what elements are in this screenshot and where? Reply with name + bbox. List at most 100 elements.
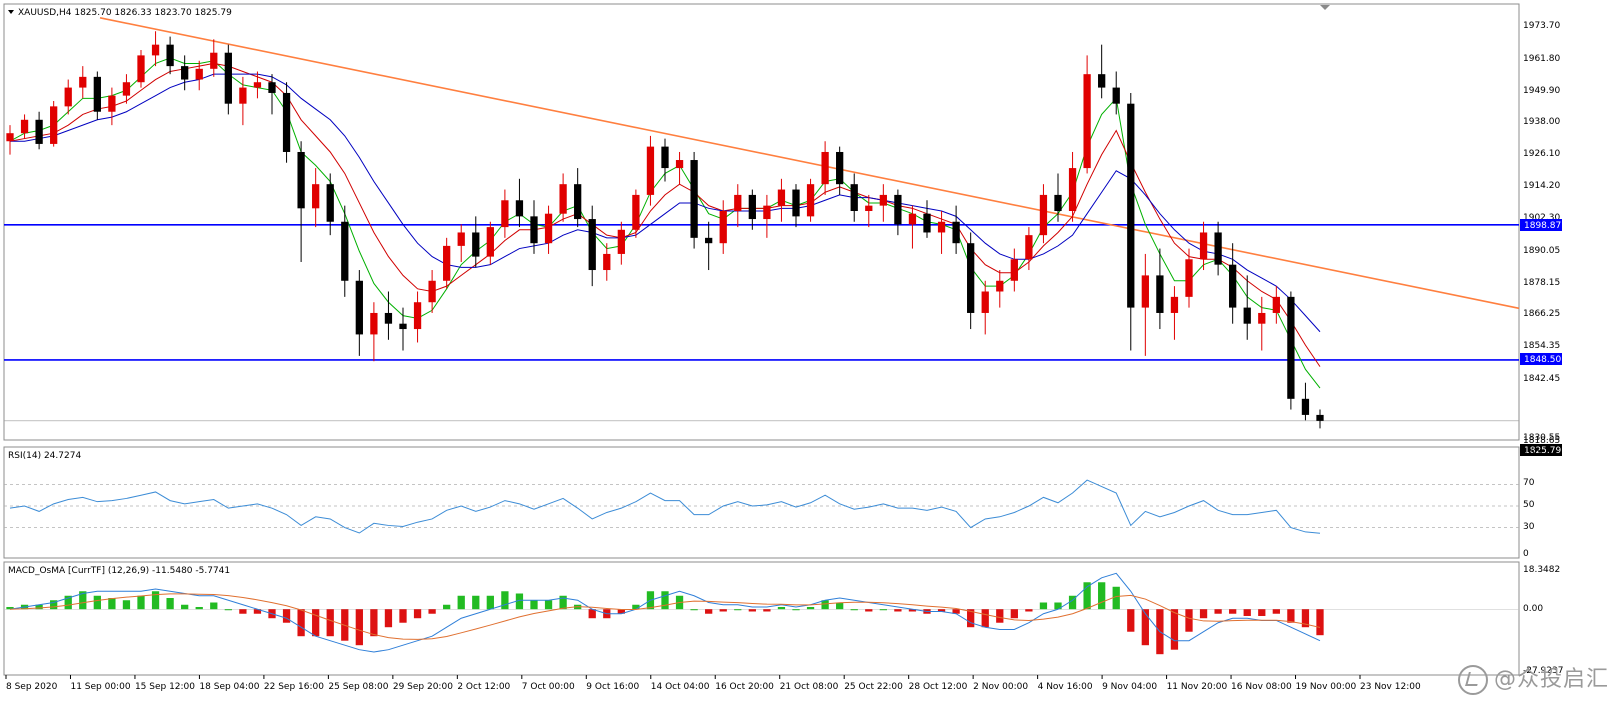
candle-body	[1039, 194, 1048, 236]
osma-bar	[181, 604, 189, 610]
candle-body	[6, 133, 14, 142]
osma-bar	[996, 609, 1004, 623]
candle-body	[923, 213, 931, 233]
x-tick-label: 8 Sep 2020	[6, 682, 58, 692]
osma-bar	[690, 609, 698, 611]
candle-body	[515, 200, 524, 217]
osma-bar	[1316, 609, 1324, 636]
candle-body	[1301, 398, 1310, 415]
candle-body	[1098, 74, 1106, 88]
osma-bar	[777, 606, 786, 610]
x-tick-label: 18 Sep 04:00	[199, 682, 259, 692]
candle-body	[166, 44, 174, 67]
candle-body	[908, 213, 917, 225]
osma-bar	[1039, 602, 1048, 610]
candle-body	[777, 189, 786, 206]
osma-bar	[486, 595, 494, 610]
candle-body	[865, 205, 873, 212]
candle-body	[1010, 259, 1018, 281]
osma-bar	[1141, 609, 1149, 646]
osma-bar	[472, 595, 480, 610]
candle-body	[544, 213, 553, 244]
candle-body	[1054, 194, 1062, 212]
osma-bar	[792, 609, 800, 611]
candle-body	[574, 184, 582, 220]
x-tick-label: 7 Oct 00:00	[522, 682, 575, 692]
osma-bar	[821, 600, 829, 610]
osma-bar	[1185, 609, 1193, 632]
osma-bar	[93, 595, 101, 610]
candle-body	[326, 184, 334, 222]
candle-body	[428, 280, 436, 303]
rsi-tick: 30	[1523, 522, 1535, 532]
candle-body	[894, 194, 902, 225]
osma-bar	[399, 609, 407, 623]
candle-body	[472, 232, 480, 257]
osma-bar	[501, 591, 509, 610]
candle-body	[617, 229, 625, 254]
osma-bar	[326, 609, 334, 637]
osma-bar	[588, 609, 596, 619]
x-tick-label: 14 Oct 04:00	[651, 682, 710, 692]
osma-bar	[137, 595, 145, 610]
x-tick-label: 11 Sep 00:00	[70, 682, 130, 692]
osma-bar	[312, 609, 320, 637]
candle-body	[661, 146, 669, 169]
osma-bar	[1287, 609, 1295, 623]
x-tick-label: 28 Oct 12:00	[909, 682, 968, 692]
candle-body	[792, 189, 800, 217]
x-tick-label: 16 Nov 08:00	[1231, 682, 1292, 692]
upper-level-label: 1898.87	[1524, 221, 1561, 231]
candle-body	[1272, 296, 1280, 313]
osma-bar	[806, 606, 815, 610]
candle-body	[646, 146, 655, 195]
osma-bar	[1199, 609, 1208, 619]
candle-body	[501, 200, 509, 228]
x-tick-label: 2 Nov 00:00	[973, 682, 1028, 692]
candle-body	[705, 237, 713, 244]
osma-bar	[108, 598, 116, 610]
osma-bar	[370, 609, 378, 637]
candle-body	[137, 55, 145, 83]
candle-body	[1185, 259, 1193, 297]
osma-bar	[1170, 609, 1179, 650]
x-tick-label: 21 Oct 08:00	[780, 682, 839, 692]
osma-bar	[1258, 609, 1266, 616]
candle-body	[181, 66, 189, 80]
candle-body	[806, 184, 815, 217]
rsi-tick: 50	[1523, 500, 1535, 510]
candle-body	[879, 194, 887, 206]
x-tick-label: 2 Oct 12:00	[457, 682, 510, 692]
osma-bar	[763, 609, 771, 612]
macd-tick: 0.00	[1523, 604, 1543, 614]
osma-bar	[195, 606, 203, 610]
candle-body	[588, 219, 596, 271]
y-tick: 1914.20	[1523, 181, 1560, 191]
osma-bar	[122, 600, 131, 610]
candle-body	[603, 253, 611, 271]
osma-bar	[210, 602, 218, 610]
candle-body	[355, 280, 363, 335]
candle-body	[282, 92, 291, 152]
rsi-tick: 0	[1523, 549, 1529, 559]
candle-body	[1258, 312, 1266, 324]
y-tick: 1926.10	[1523, 149, 1560, 159]
osma-bar	[1025, 609, 1033, 612]
y-tick: 1890.05	[1523, 246, 1560, 256]
osma-bar	[428, 609, 436, 614]
x-tick-label: 11 Nov 20:00	[1167, 682, 1228, 692]
candle-body	[210, 52, 218, 69]
x-tick-label: 29 Sep 20:00	[393, 682, 453, 692]
x-tick-label: 4 Nov 16:00	[1038, 682, 1093, 692]
candle-body	[952, 221, 960, 244]
candle-body	[399, 323, 407, 330]
main-panel-header: XAUUSD,H4 1825.70 1826.33 1823.70 1825.7…	[18, 8, 232, 18]
candle-body	[821, 151, 829, 185]
candle-body	[312, 184, 320, 209]
candle-body	[937, 221, 946, 233]
osma-bar	[1229, 609, 1237, 614]
y-tick: 1949.90	[1523, 86, 1560, 96]
osma-bar	[879, 609, 887, 611]
x-tick-label: 22 Sep 16:00	[264, 682, 324, 692]
candle-body	[981, 291, 989, 313]
